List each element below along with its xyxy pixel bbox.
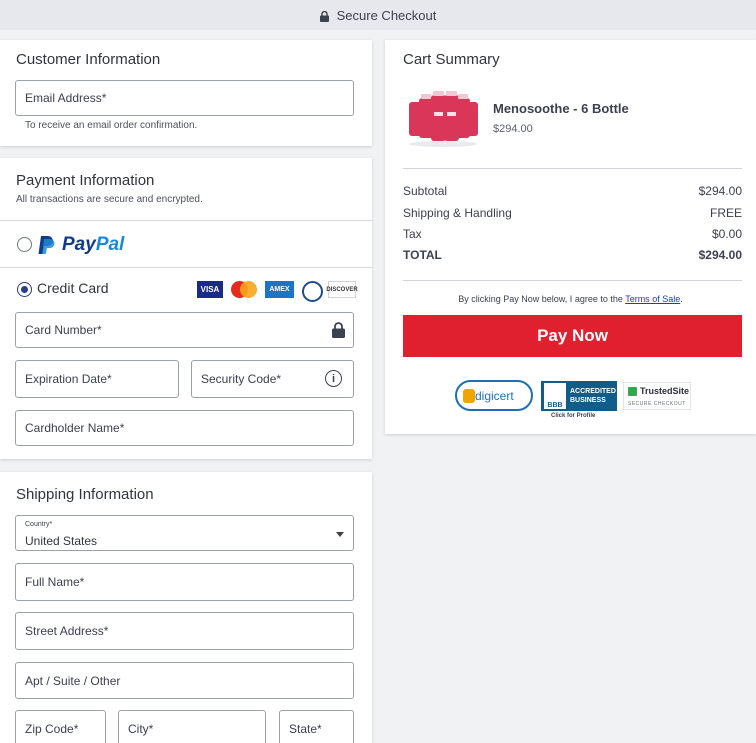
apt-suite-field[interactable]: Apt / Suite / Other <box>15 662 354 699</box>
trusted-sub: SECURE CHECKOUT <box>628 401 686 407</box>
chevron-down-icon <box>336 532 344 537</box>
expiration-date-field[interactable]: Expiration Date* <box>15 360 179 398</box>
row-value: $0.00 <box>711 227 742 241</box>
agree-text: By clicking Pay Now below, I agree to th… <box>458 294 626 304</box>
country-select[interactable]: Country* United States <box>15 515 354 551</box>
card-number-field[interactable]: Card Number* <box>15 312 354 348</box>
cart-summary-card: Cart Summary Menosoothe - 6 Bottle $294.… <box>385 40 756 434</box>
email-label: Email Address* <box>25 91 107 105</box>
digicert-lock-icon <box>463 389 475 403</box>
cardholder-label: Cardholder Name* <box>25 421 125 435</box>
row-label: Subtotal <box>403 184 448 198</box>
bbb-line2: BUSINESS <box>570 397 606 404</box>
bbb-seal-icon: BBB <box>544 383 566 409</box>
lock-icon <box>319 10 329 22</box>
divider <box>0 220 372 221</box>
product-price: $294.00 <box>493 123 533 135</box>
shipping-heading: Shipping Information <box>16 486 154 503</box>
state-field[interactable]: State* <box>279 710 354 743</box>
street-address-field[interactable]: Street Address* <box>15 612 354 650</box>
divider <box>403 168 742 169</box>
mastercard-icon <box>230 281 258 298</box>
summary-row-total: TOTAL $294.00 <box>403 248 742 262</box>
trusted-title: TrustedSite <box>640 386 690 396</box>
city-label: City* <box>128 722 154 736</box>
amex-icon: AMEX <box>265 281 294 298</box>
payment-heading: Payment Information <box>16 172 155 189</box>
customer-information-card: Customer Information Email Address* To r… <box>0 40 372 146</box>
security-code-label: Security Code* <box>201 372 282 386</box>
credit-card-label[interactable]: Credit Card <box>37 280 109 296</box>
paypal-radio[interactable] <box>17 237 32 252</box>
info-icon[interactable]: i <box>325 370 342 387</box>
check-icon <box>628 386 637 396</box>
pay-now-button[interactable]: Pay Now <box>403 315 742 357</box>
credit-card-radio[interactable] <box>17 282 32 297</box>
full-name-label: Full Name* <box>25 575 85 589</box>
row-label: Shipping & Handling <box>403 206 512 220</box>
row-label: Tax <box>403 227 422 241</box>
customer-heading: Customer Information <box>16 51 161 68</box>
divider <box>0 267 372 268</box>
terms-of-sale-link[interactable]: Terms of Sale <box>625 294 680 304</box>
product-name: Menosoothe - 6 Bottle <box>493 101 629 116</box>
lock-icon <box>332 322 345 338</box>
paypal-icon <box>38 235 56 255</box>
payment-information-card: Payment Information All transactions are… <box>0 158 372 459</box>
row-value: $294.00 <box>698 184 742 198</box>
payment-subtitle: All transactions are secure and encrypte… <box>16 194 203 205</box>
zip-code-label: Zip Code* <box>25 722 79 736</box>
trustedsite-badge[interactable]: TrustedSite SECURE CHECKOUT <box>623 382 691 410</box>
city-field[interactable]: City* <box>118 710 266 743</box>
summary-row-subtotal: Subtotal $294.00 <box>403 184 742 198</box>
country-value: United States <box>25 534 98 548</box>
secure-checkout-bar: Secure Checkout <box>0 0 756 30</box>
row-value: FREE <box>709 206 742 220</box>
divider <box>403 280 742 281</box>
email-hint: To receive an email order confirmation. <box>25 120 198 131</box>
shipping-information-card: Shipping Information Country* United Sta… <box>0 472 372 743</box>
card-logos: VISA AMEX DISCOVER <box>197 281 358 302</box>
paypal-text-pay: Pay <box>62 234 96 255</box>
security-code-field[interactable]: Security Code* i <box>191 360 354 398</box>
visa-icon: VISA <box>197 281 223 298</box>
terms-agreement: By clicking Pay Now below, I agree to th… <box>385 294 756 304</box>
secure-checkout-title: Secure Checkout <box>336 7 437 23</box>
email-field[interactable]: Email Address* <box>15 80 354 116</box>
summary-row-shipping: Shipping & Handling FREE <box>403 206 742 220</box>
zip-code-field[interactable]: Zip Code* <box>15 710 106 743</box>
digicert-text: digicert <box>475 388 514 403</box>
summary-row-tax: Tax $0.00 <box>403 227 742 241</box>
street-address-label: Street Address* <box>25 624 109 638</box>
digicert-badge[interactable]: digicert <box>455 380 533 411</box>
state-label: State* <box>289 722 322 736</box>
full-name-field[interactable]: Full Name* <box>15 563 354 601</box>
cart-heading: Cart Summary <box>403 51 500 68</box>
bbb-profile-link[interactable]: Click for Profile <box>551 413 595 419</box>
row-label: TOTAL <box>403 248 442 262</box>
bbb-badge[interactable]: BBB ACCREDITED BUSINESS <box>541 381 617 411</box>
card-number-label: Card Number* <box>25 323 102 337</box>
agree-end: . <box>680 294 683 304</box>
cardholder-name-field[interactable]: Cardholder Name* <box>15 410 354 446</box>
paypal-option[interactable]: Pay Pal <box>38 234 124 256</box>
bbb-line1: ACCREDITED <box>570 388 616 395</box>
apt-suite-label: Apt / Suite / Other <box>25 673 121 688</box>
diners-icon <box>301 281 323 302</box>
paypal-text-pal: Pal <box>95 234 125 255</box>
country-label: Country* <box>25 521 53 528</box>
product-bottles-image <box>407 90 479 148</box>
discover-icon: DISCOVER <box>326 281 358 298</box>
expiration-label: Expiration Date* <box>25 372 112 386</box>
row-value: $294.00 <box>698 248 742 262</box>
